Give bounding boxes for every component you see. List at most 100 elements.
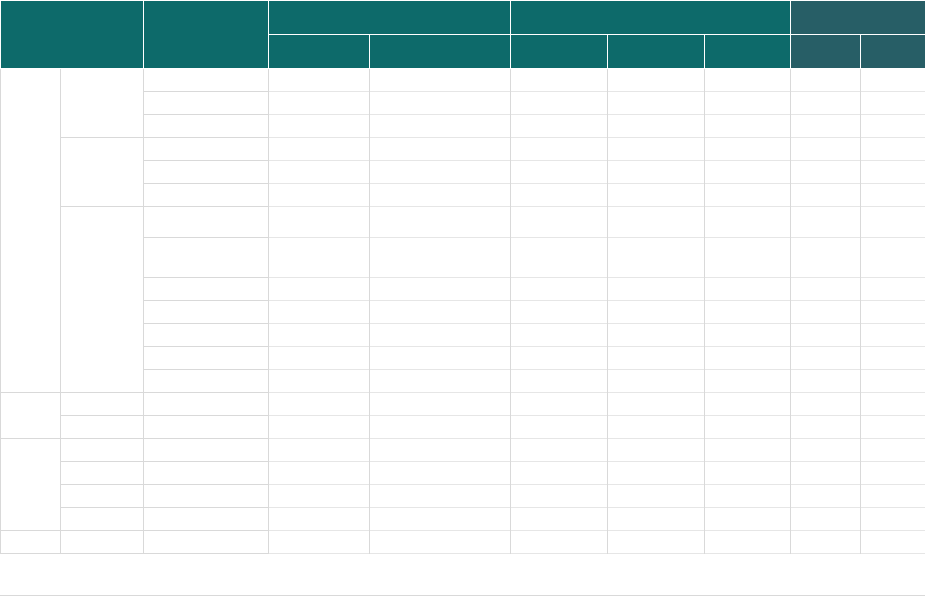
drug-name-cell xyxy=(143,415,269,439)
stage-cell xyxy=(510,346,608,370)
stage-cell xyxy=(703,277,792,301)
table-row xyxy=(1,415,925,439)
drug-name-cell xyxy=(143,137,269,161)
drug-name-cell xyxy=(143,438,269,462)
stage-cell xyxy=(790,461,862,485)
stage-cell xyxy=(790,137,862,161)
stage-cell xyxy=(268,484,370,508)
stage-cell xyxy=(860,91,925,115)
stage-cell xyxy=(268,369,370,393)
stage-cell xyxy=(703,68,792,92)
stage-cell xyxy=(369,507,511,531)
stage-cell xyxy=(703,300,792,324)
stage-cell xyxy=(607,484,705,508)
stage-cell xyxy=(510,530,608,554)
stage-cell xyxy=(510,160,608,184)
stage-cell xyxy=(607,91,705,115)
stage-cell xyxy=(607,68,705,92)
stage-cell xyxy=(369,137,511,161)
therapeutic-area-cell xyxy=(0,392,61,439)
pipeline-table xyxy=(0,0,925,554)
stage-cell xyxy=(510,91,608,115)
stage-cell xyxy=(607,323,705,347)
header-group-nda xyxy=(790,0,925,35)
stage-cell xyxy=(607,507,705,531)
stage-cell xyxy=(860,300,925,324)
stage-cell xyxy=(607,369,705,393)
stage-cell xyxy=(790,206,862,238)
drug-name-cell xyxy=(143,160,269,184)
stage-cell xyxy=(860,369,925,393)
stage-cell xyxy=(268,183,370,207)
stage-cell xyxy=(703,438,792,462)
drug-name-cell xyxy=(143,300,269,324)
stage-cell xyxy=(860,237,925,278)
stage-cell xyxy=(703,415,792,439)
stage-cell xyxy=(510,438,608,462)
stage-cell xyxy=(860,137,925,161)
stage-cell xyxy=(860,68,925,92)
indication-cell xyxy=(60,415,144,439)
drug-name-cell xyxy=(143,369,269,393)
stage-cell xyxy=(790,369,862,393)
drug-name-cell xyxy=(143,183,269,207)
stage-cell xyxy=(790,300,862,324)
stage-cell xyxy=(510,507,608,531)
stage-cell xyxy=(510,369,608,393)
stage-cell xyxy=(607,277,705,301)
stage-cell xyxy=(369,369,511,393)
stage-cell xyxy=(510,415,608,439)
stage-cell xyxy=(510,137,608,161)
stage-cell xyxy=(607,415,705,439)
stage-cell xyxy=(790,346,862,370)
stage-cell xyxy=(703,137,792,161)
therapeutic-area-cell xyxy=(0,530,61,554)
indication-cell xyxy=(60,206,144,393)
stage-cell xyxy=(790,438,862,462)
drug-name-cell xyxy=(143,461,269,485)
stage-cell xyxy=(510,68,608,92)
stage-cell xyxy=(860,206,925,238)
table-header xyxy=(0,0,925,69)
stage-cell xyxy=(860,114,925,138)
drug-name-cell xyxy=(143,114,269,138)
drug-name-cell xyxy=(143,346,269,370)
stage-cell xyxy=(369,438,511,462)
stage-cell xyxy=(369,346,511,370)
stage-cell xyxy=(703,206,792,238)
stage-cell xyxy=(790,415,862,439)
stage-cell xyxy=(510,392,608,416)
stage-cell xyxy=(860,461,925,485)
stage-cell xyxy=(510,114,608,138)
header-nda-approval xyxy=(860,34,925,69)
stage-cell xyxy=(790,68,862,92)
stage-cell xyxy=(703,461,792,485)
stage-cell xyxy=(369,300,511,324)
stage-cell xyxy=(860,484,925,508)
stage-cell xyxy=(790,484,862,508)
table-row xyxy=(0,68,925,393)
header-stage-ind-enabling xyxy=(369,34,511,69)
stage-cell xyxy=(369,206,511,238)
stage-cell xyxy=(510,183,608,207)
stage-cell xyxy=(703,507,792,531)
stage-cell xyxy=(703,369,792,393)
stage-cell xyxy=(268,530,370,554)
stage-cell xyxy=(790,183,862,207)
stage-cell xyxy=(268,323,370,347)
stage-cell xyxy=(703,183,792,207)
stage-cell xyxy=(369,91,511,115)
stage-cell xyxy=(790,323,862,347)
stage-cell xyxy=(369,114,511,138)
indication-cell xyxy=(60,438,144,462)
stage-cell xyxy=(268,346,370,370)
stage-cell xyxy=(703,323,792,347)
indication-cell xyxy=(60,392,144,416)
stage-cell xyxy=(790,392,862,416)
stage-cell xyxy=(268,392,370,416)
stage-cell xyxy=(607,438,705,462)
stage-cell xyxy=(860,183,925,207)
table-row xyxy=(1,206,925,393)
stage-cell xyxy=(703,346,792,370)
header-group-preclinical xyxy=(268,0,511,35)
